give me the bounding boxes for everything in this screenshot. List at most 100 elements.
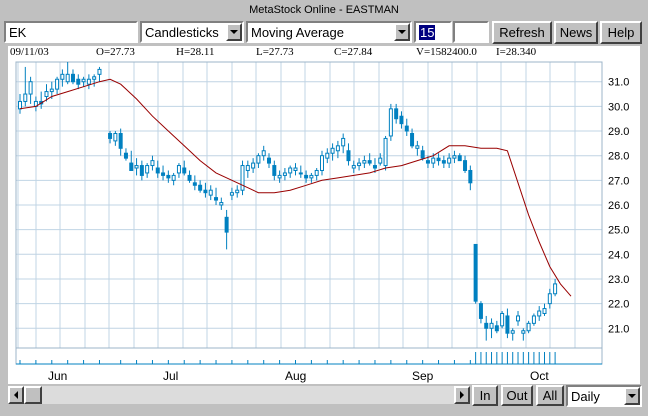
indicator-select[interactable]: Moving Average <box>246 21 412 43</box>
candle-body <box>240 165 245 191</box>
quote-close: C=27.84 <box>334 46 373 58</box>
candle-body <box>526 322 531 332</box>
scroll-left-button[interactable] <box>8 386 24 404</box>
scroll-track[interactable] <box>24 386 454 404</box>
candle-body <box>473 243 478 302</box>
candle-body <box>192 182 197 186</box>
candle-body <box>182 167 187 174</box>
quote-date: 09/11/03 <box>10 46 49 58</box>
candle-body <box>335 145 340 152</box>
candle-body <box>362 160 367 164</box>
news-button[interactable]: News <box>554 21 598 44</box>
candle-body <box>436 157 441 162</box>
candle-body <box>203 189 208 194</box>
candle-body <box>346 150 351 162</box>
interval-dropdown-button[interactable] <box>624 387 640 405</box>
y-tick-label: 24.0 <box>608 249 629 261</box>
volume-frame <box>15 347 603 365</box>
candle-body <box>229 192 234 196</box>
x-tick-label: Jun <box>48 369 67 383</box>
period-input[interactable]: 15 <box>414 21 452 43</box>
candle-body <box>330 147 335 154</box>
candle-body <box>44 91 49 98</box>
candle-body <box>134 165 139 169</box>
help-button[interactable]: Help <box>600 21 642 44</box>
candle-body <box>447 157 452 164</box>
candle-body <box>166 174 171 179</box>
zoom-in-button[interactable]: In <box>472 385 498 406</box>
indicator-value: Moving Average <box>251 24 344 40</box>
candle-body <box>55 78 60 90</box>
candle-body <box>394 108 399 120</box>
chart-type-select[interactable]: Candlesticks <box>140 21 244 43</box>
candle-body <box>478 303 483 319</box>
price-chart[interactable]: 31.0 30.0 29.0 28.0 27.0 26.0 25.0 24.0 23.0 22.0… <box>8 60 640 384</box>
candle-body <box>420 150 425 159</box>
candle-body <box>537 310 542 317</box>
y-tick-label: 28.0 <box>608 151 629 163</box>
scroll-right-button[interactable] <box>454 386 470 404</box>
zoom-all-button[interactable]: All <box>536 385 564 406</box>
zoom-out-button[interactable]: Out <box>501 385 533 406</box>
candle-body <box>187 174 192 181</box>
symbol-input[interactable]: EK <box>4 21 138 43</box>
candle-body <box>441 160 446 164</box>
horizontal-scrollbar[interactable] <box>8 386 470 404</box>
candle-body <box>531 315 536 324</box>
quote-info-bar: 09/11/03 O=27.73 H=28.11 L=27.73 C=27.84… <box>8 46 640 60</box>
moving-average-line <box>19 78 572 297</box>
chevron-down-icon <box>628 394 636 398</box>
candle-body <box>410 133 415 147</box>
candle-body <box>309 174 314 179</box>
horizontal-grid <box>16 81 602 329</box>
candle-body <box>161 172 166 176</box>
candle-body <box>468 169 473 184</box>
candle-body <box>304 174 309 179</box>
window-title: MetaStock Online - EASTMAN <box>249 4 399 16</box>
candle-body <box>494 325 499 332</box>
candle-body <box>489 322 494 329</box>
candle-body <box>129 162 134 171</box>
period-value: 15 <box>419 24 436 40</box>
candle-body <box>431 157 436 164</box>
candle-body <box>282 172 287 176</box>
candle-body <box>139 165 144 176</box>
candle-body <box>341 137 346 147</box>
candle-body <box>378 157 383 164</box>
candle-body <box>484 322 489 329</box>
candle-body <box>198 184 203 191</box>
candle-body <box>325 152 330 159</box>
candle-body <box>425 160 430 164</box>
refresh-button[interactable]: Refresh <box>492 21 552 44</box>
blank-input[interactable] <box>453 21 489 43</box>
indicator-dropdown-button[interactable] <box>394 23 410 41</box>
candle-body <box>510 330 515 334</box>
x-tick-label: Sep <box>412 369 434 383</box>
candle-body <box>60 73 65 80</box>
y-axis-labels: 31.0 30.0 29.0 28.0 27.0 26.0 25.0 24.0 23.0 22.0… <box>608 77 629 336</box>
chevron-down-icon <box>230 30 238 34</box>
y-tick-label: 21.0 <box>608 323 629 335</box>
candle-body <box>118 133 123 149</box>
candle-body <box>256 155 261 164</box>
y-tick-label: 22.0 <box>608 299 629 311</box>
candle-body <box>277 174 282 179</box>
candle-body <box>245 165 250 171</box>
chart-type-dropdown-button[interactable] <box>226 23 242 41</box>
interval-value: Daily <box>571 388 600 404</box>
interval-select[interactable]: Daily <box>566 385 642 407</box>
scroll-thumb[interactable] <box>24 386 42 404</box>
candle-body <box>251 162 256 169</box>
candle-body <box>521 330 526 334</box>
chevron-down-icon <box>398 30 406 34</box>
candle-body <box>463 160 468 171</box>
x-tick-label: Oct <box>530 369 549 383</box>
candle-body <box>314 169 319 176</box>
candle-body <box>18 100 22 110</box>
y-tick-label: 29.0 <box>608 126 629 138</box>
candle-body <box>452 155 457 159</box>
candle-body <box>81 78 86 83</box>
candle-body <box>214 197 219 201</box>
candle-body <box>404 125 409 132</box>
candle-body <box>28 81 33 95</box>
